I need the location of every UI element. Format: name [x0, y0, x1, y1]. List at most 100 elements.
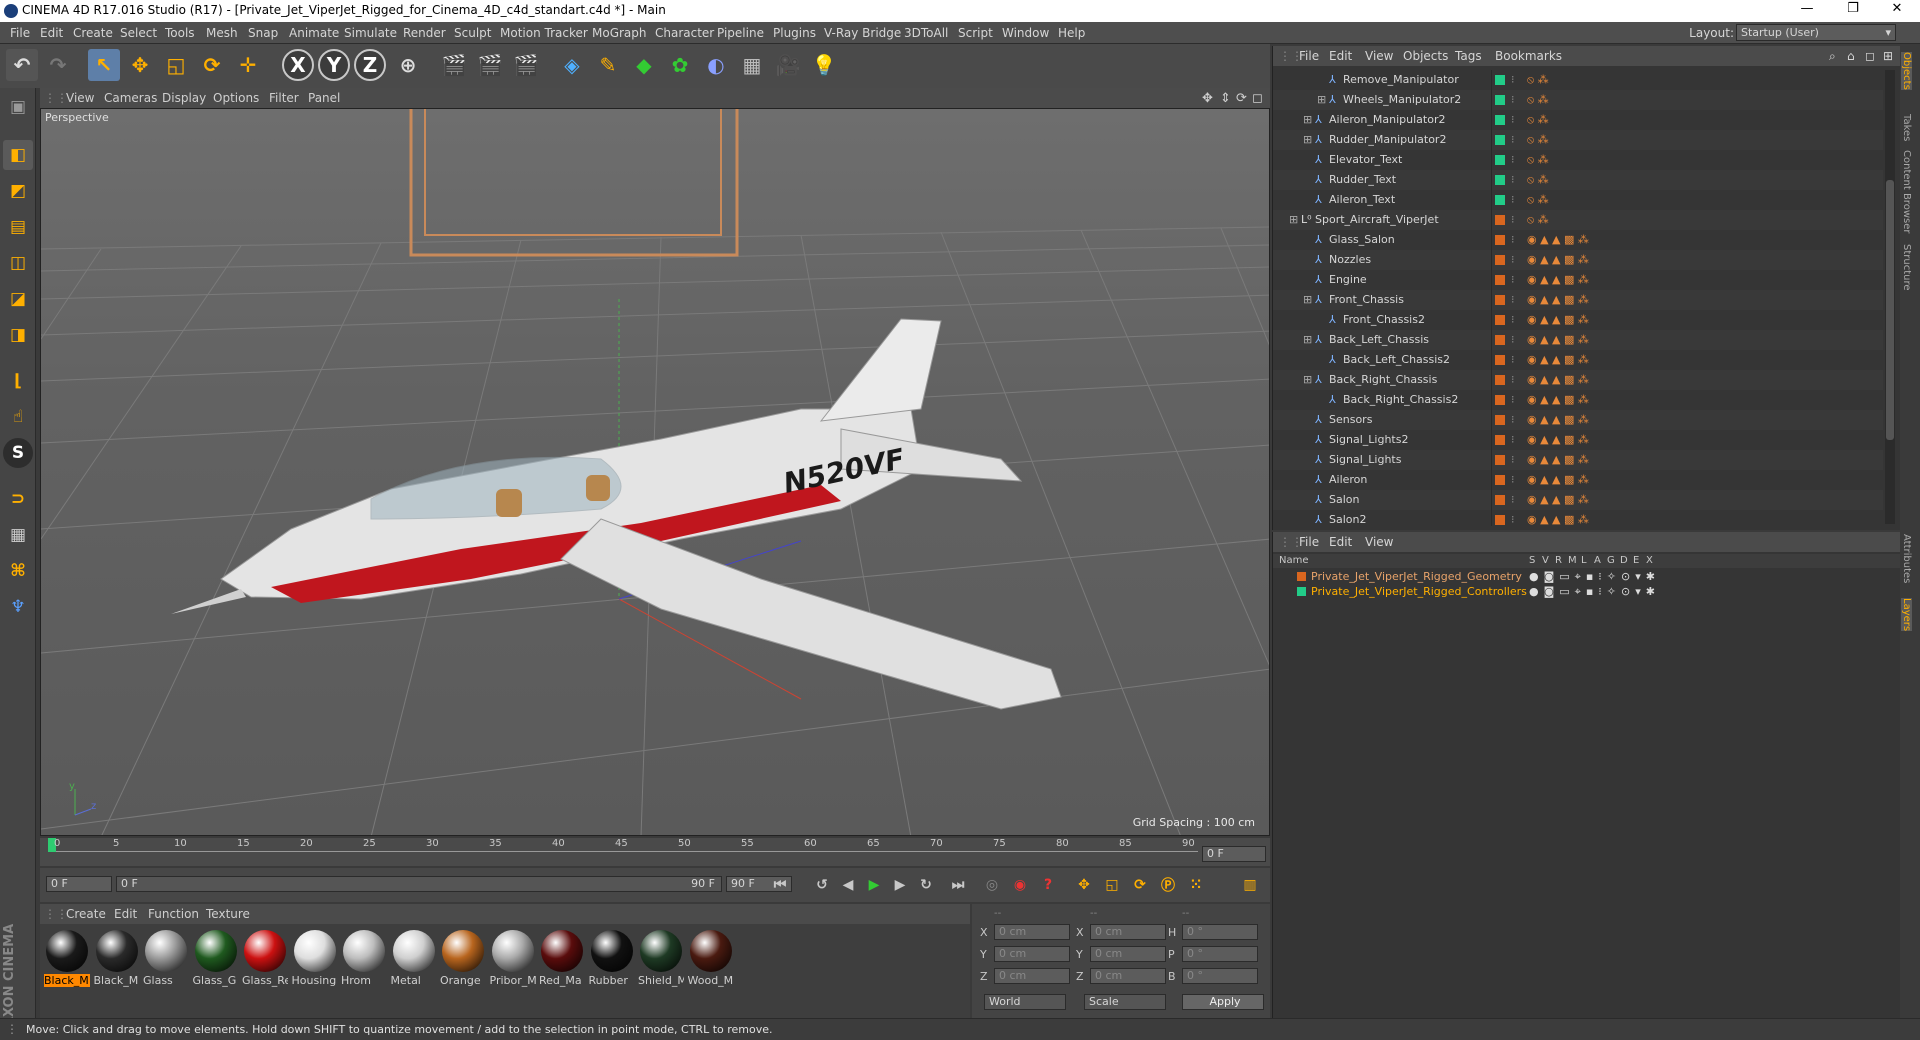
redo-icon[interactable]: ↷: [42, 49, 74, 81]
timeline-ruler[interactable]: 0 5 10 15 20 25 30 35 40 45 50 55 60 65 …: [40, 838, 1270, 866]
object-tags-icon[interactable]: ⦸ ⁂: [1527, 133, 1549, 147]
render-view-icon[interactable]: 🎬: [438, 49, 470, 81]
expand-toggle-icon[interactable]: ⊞: [1303, 293, 1312, 306]
menu-tools[interactable]: Tools: [165, 26, 195, 40]
object-menu-file[interactable]: File: [1299, 49, 1319, 63]
object-tree-row[interactable]: ⅄ Salon ⁝ ◉ ▲ ▲ ▩ ⁂: [1273, 490, 1883, 510]
object-tree-row[interactable]: ⅄ Signal_Lights ⁝ ◉ ▲ ▲ ▩ ⁂: [1273, 450, 1883, 470]
object-tree-row[interactable]: ⅄ Aileron ⁝ ◉ ▲ ▲ ▩ ⁂: [1273, 470, 1883, 490]
key-scale-icon[interactable]: ◱: [1100, 873, 1124, 897]
layer-row[interactable]: Private_Jet_ViperJet_Rigged_Geometry ●◙▭⌖…: [1273, 570, 1901, 584]
home-icon[interactable]: ⌂: [1847, 49, 1855, 63]
visibility-dots-icon[interactable]: ⁝: [1511, 233, 1515, 246]
workplane-grid-icon[interactable]: ▦: [3, 520, 33, 550]
object-tree-row[interactable]: ⅄ Rudder_Text ⁝ ⦸ ⁂: [1273, 170, 1883, 190]
viewport-menu-panel[interactable]: Panel: [308, 91, 340, 105]
menu-render[interactable]: Render: [403, 26, 446, 40]
go-to-start-icon[interactable]: ⏮: [768, 873, 792, 897]
visibility-dots-icon[interactable]: ⁝: [1511, 293, 1515, 306]
object-tree-row[interactable]: ⅄ Signal_Lights2 ⁝ ◉ ▲ ▲ ▩ ⁂: [1273, 430, 1883, 450]
axis-z-button[interactable]: Z: [354, 49, 386, 81]
visibility-dots-icon[interactable]: ⁝: [1511, 193, 1515, 206]
mograph-cloner-icon[interactable]: ✿: [664, 49, 696, 81]
expand-toggle-icon[interactable]: ⊞: [1303, 113, 1312, 126]
object-tags-icon[interactable]: ⦸ ⁂: [1527, 93, 1549, 107]
material-swatch[interactable]: Wood_M: [688, 930, 734, 992]
material-swatch[interactable]: Glass: [143, 930, 189, 992]
key-position-icon[interactable]: ✥: [1072, 873, 1096, 897]
layer-menu-edit[interactable]: Edit: [1329, 535, 1352, 549]
go-to-end-icon[interactable]: ⏭: [946, 873, 970, 897]
object-menu-bookmarks[interactable]: Bookmarks: [1495, 49, 1562, 63]
visibility-dots-icon[interactable]: ⁝: [1511, 133, 1515, 146]
coord-value-field[interactable]: 0 cm: [1090, 924, 1166, 940]
autokeying-icon[interactable]: ◉: [1008, 873, 1032, 897]
viewport-pan-icon[interactable]: ✥: [1202, 91, 1213, 106]
scrollbar-thumb[interactable]: [1886, 180, 1894, 440]
expand-toggle-icon[interactable]: ⊞: [1317, 93, 1326, 106]
coord-value-field[interactable]: 0 cm: [994, 968, 1070, 984]
visibility-dots-icon[interactable]: ⁝: [1511, 453, 1515, 466]
object-tags-icon[interactable]: ◉ ▲ ▲ ▩ ⁂: [1527, 473, 1589, 486]
layer-header-col[interactable]: A: [1594, 555, 1601, 566]
floor-environment-icon[interactable]: ▦: [736, 49, 768, 81]
visibility-dots-icon[interactable]: ⁝: [1511, 393, 1515, 406]
expand-toggle-icon[interactable]: ⊞: [1303, 133, 1312, 146]
layer-color-box[interactable]: [1495, 395, 1505, 405]
layer-color-box[interactable]: [1495, 95, 1505, 105]
layer-menu-view[interactable]: View: [1365, 535, 1393, 549]
object-tree-row[interactable]: ⊞ ⅄ Wheels_Manipulator2 ⁝ ⦸ ⁂: [1273, 90, 1883, 110]
object-tree-row[interactable]: ⅄ Sensors ⁝ ◉ ▲ ▲ ▩ ⁂: [1273, 410, 1883, 430]
layer-header-col[interactable]: V: [1542, 555, 1549, 566]
menu-character[interactable]: Character: [655, 26, 714, 40]
layer-color-swatch[interactable]: [1297, 572, 1306, 581]
layer-header-col[interactable]: M: [1568, 555, 1577, 566]
layer-color-box[interactable]: [1495, 515, 1505, 525]
object-menu-edit[interactable]: Edit: [1329, 49, 1352, 63]
object-tags-icon[interactable]: ◉ ▲ ▲ ▩ ⁂: [1527, 433, 1589, 446]
menu-create[interactable]: Create: [73, 26, 113, 40]
enable-axis-icon[interactable]: ⌊: [3, 366, 33, 396]
snapping-icon[interactable]: S: [3, 438, 33, 468]
visibility-dots-icon[interactable]: ⁝: [1511, 253, 1515, 266]
layer-color-box[interactable]: [1495, 215, 1505, 225]
visibility-dots-icon[interactable]: ⁝: [1511, 413, 1515, 426]
expand-toggle-icon[interactable]: ⊞: [1303, 373, 1312, 386]
object-tree-row[interactable]: ⊞ ⅄ Back_Left_Chassis ⁝ ◉ ▲ ▲ ▩ ⁂: [1273, 330, 1883, 350]
material-swatch[interactable]: Glass_Re: [242, 930, 288, 992]
frame-range-slider[interactable]: 0 F 90 F: [116, 876, 722, 892]
maximize-panel-icon[interactable]: ⊞: [1883, 49, 1893, 63]
menu-select[interactable]: Select: [120, 26, 157, 40]
menu-pipeline[interactable]: Pipeline: [717, 26, 764, 40]
menu-sculpt[interactable]: Sculpt: [454, 26, 491, 40]
object-tree-row[interactable]: ⅄ Nozzles ⁝ ◉ ▲ ▲ ▩ ⁂: [1273, 250, 1883, 270]
layer-color-box[interactable]: [1495, 175, 1505, 185]
coord-value-field[interactable]: 0 °: [1182, 946, 1258, 962]
layer-color-box[interactable]: [1495, 135, 1505, 145]
coord-value-field[interactable]: 0 cm: [994, 946, 1070, 962]
object-tree-row[interactable]: ⊞ ⅄ Aileron_Manipulator2 ⁝ ⦸ ⁂: [1273, 110, 1883, 130]
python-icon[interactable]: ♆: [3, 592, 33, 622]
tab-layers[interactable]: Layers: [1901, 598, 1912, 632]
layer-header-col[interactable]: S: [1529, 555, 1535, 566]
points-mode-icon[interactable]: ◫: [3, 248, 33, 278]
menu-snap[interactable]: Snap: [248, 26, 278, 40]
tab-takes[interactable]: Takes: [1901, 114, 1912, 141]
viewport-menu-cameras[interactable]: Cameras: [104, 91, 157, 105]
object-tree-row[interactable]: ⊞ ⅄ Back_Right_Chassis ⁝ ◉ ▲ ▲ ▩ ⁂: [1273, 370, 1883, 390]
layer-color-box[interactable]: [1495, 115, 1505, 125]
deformer-bend-icon[interactable]: ◐: [700, 49, 732, 81]
minimize-button[interactable]: —: [1784, 1, 1830, 21]
coord-value-field[interactable]: 0 cm: [994, 924, 1070, 940]
layer-flags-icons[interactable]: ●◙▭⌖▪⁝✧⊙▾✱: [1529, 570, 1660, 584]
layer-header-col[interactable]: R: [1555, 555, 1562, 566]
layer-header-col[interactable]: D: [1620, 555, 1628, 566]
move-icon[interactable]: ✥: [124, 49, 156, 81]
coord-value-field[interactable]: 0 °: [1182, 924, 1258, 940]
object-tree-row[interactable]: ⊞ L⁰ Sport_Aircraft_ViperJet ⁝ ⦸ ⁂: [1273, 210, 1883, 230]
undo-icon[interactable]: ↶: [6, 49, 38, 81]
coord-value-field[interactable]: 0 °: [1182, 968, 1258, 984]
layer-color-box[interactable]: [1495, 455, 1505, 465]
layer-color-box[interactable]: [1495, 435, 1505, 445]
object-tags-icon[interactable]: ◉ ▲ ▲ ▩ ⁂: [1527, 313, 1589, 326]
